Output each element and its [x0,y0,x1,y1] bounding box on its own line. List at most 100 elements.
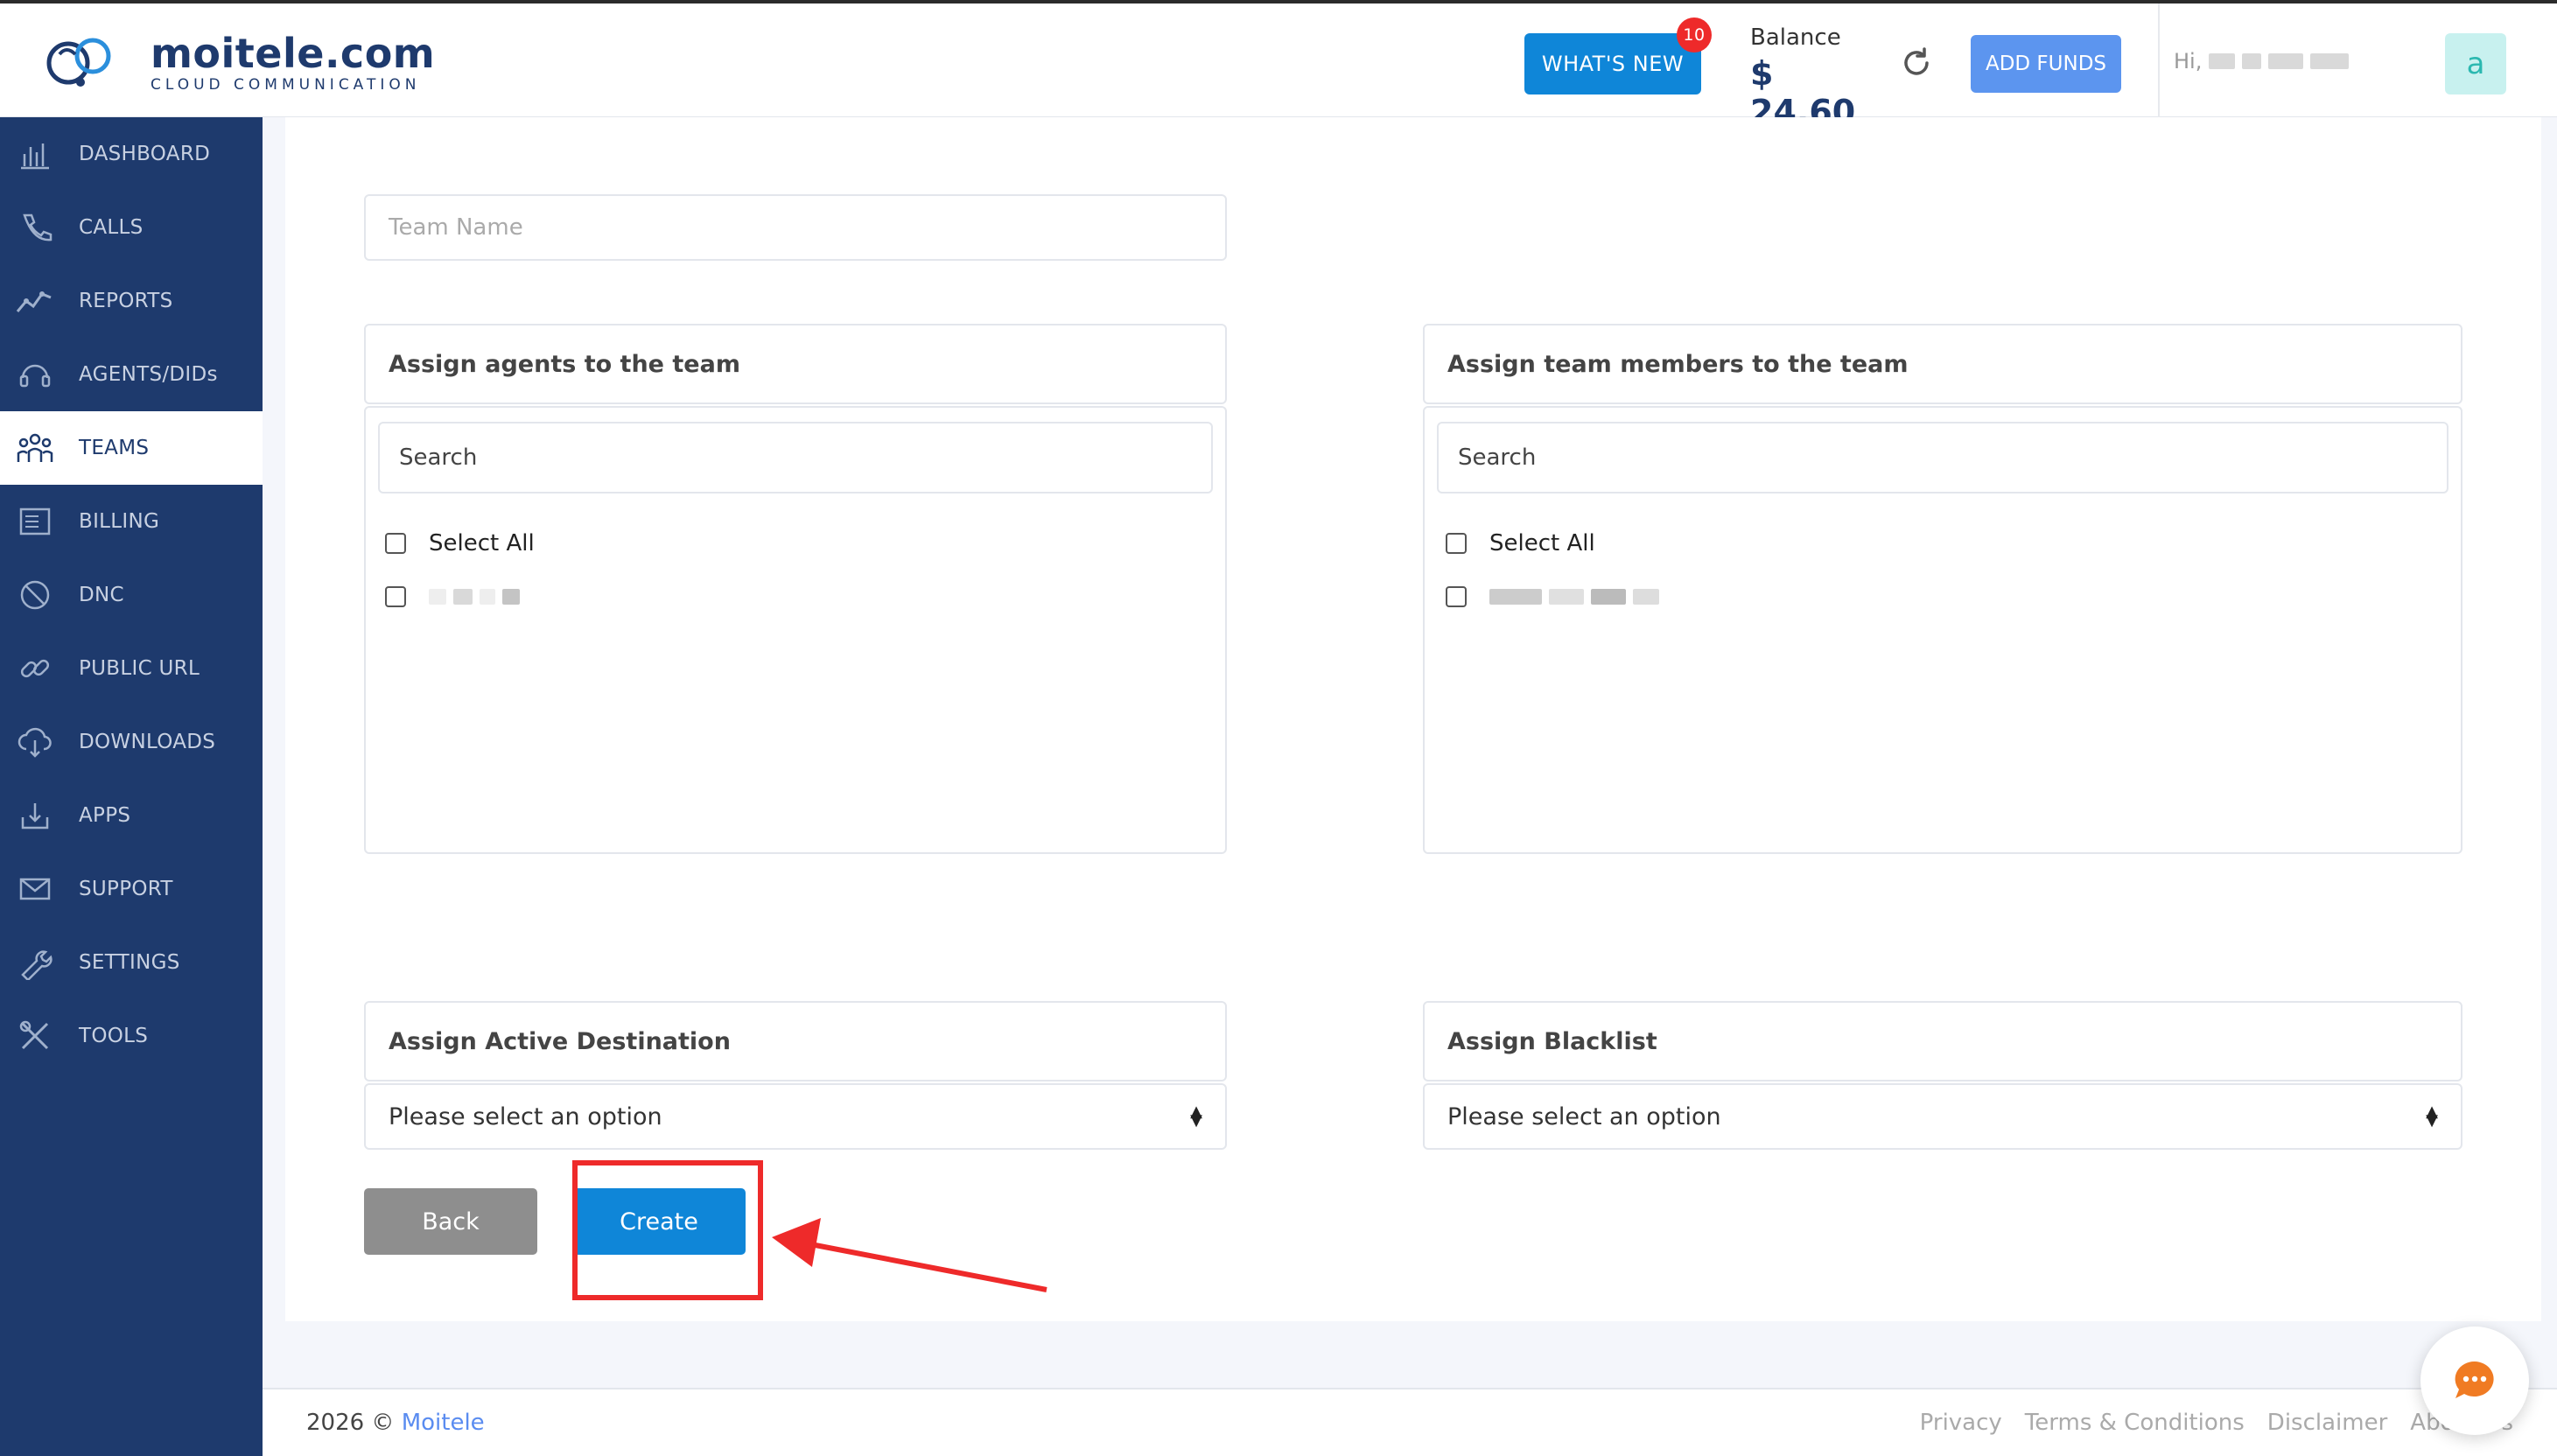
sidebar-item-label: DASHBOARD [79,143,211,165]
redacted-text [1549,589,1584,605]
members-panel-title: Assign team members to the team [1423,324,2462,404]
headset-icon [16,355,54,394]
member-list-item[interactable] [1446,586,1659,607]
footer-copyright: 2026 © Moitele [306,1410,485,1436]
redacted-text [429,589,446,605]
chat-widget-button[interactable] [2420,1326,2529,1435]
dashboard-icon [16,135,54,173]
add-funds-button[interactable]: ADD FUNDS [1971,35,2121,93]
chat-bubble-icon [2455,1361,2494,1398]
destination-select[interactable]: Please select an option ▲ ▼ [364,1083,1227,1150]
sidebar-item-label: AGENTS/DIDs [79,363,218,386]
sidebar-item-public-url[interactable]: PUBLIC URL [0,632,263,705]
sidebar-item-dnc[interactable]: DNC [0,558,263,632]
sidebar-item-settings[interactable]: SETTINGS [0,926,263,999]
redacted-member-name [1489,589,1659,605]
highlight-box [572,1160,763,1300]
redacted-text [502,589,520,605]
redacted-name [2268,53,2304,69]
user-greeting[interactable]: Hi, [2174,49,2350,74]
sidebar-item-calls[interactable]: CALLS [0,191,263,264]
agent-list-item[interactable] [385,586,520,607]
redacted-text [1489,589,1542,605]
greeting-text: Hi, [2174,49,2203,74]
refresh-icon[interactable] [1899,46,1934,80]
member-checkbox[interactable] [1446,586,1467,607]
sidebar-item-downloads[interactable]: DOWNLOADS [0,705,263,779]
logo[interactable]: moitele.com CLOUD COMMUNICATION [42,28,435,98]
agent-checkbox[interactable] [385,586,406,607]
agents-select-all[interactable]: Select All [385,530,535,556]
agents-panel-title: Assign agents to the team [364,324,1227,404]
invoice-icon [16,502,54,541]
logo-icon [46,38,111,87]
sidebar-item-label: DOWNLOADS [79,731,216,753]
redacted-text [1591,589,1626,605]
sidebar-item-label: BILLING [79,510,160,533]
avatar[interactable]: a [2445,33,2506,94]
footer-links: Privacy Terms & Conditions Disclaimer Ab… [1920,1410,2513,1436]
notification-badge: 10 [1677,18,1712,52]
sidebar-item-label: TEAMS [79,437,150,459]
sidebar-item-label: DNC [79,584,124,606]
footer: 2026 © Moitele Privacy Terms & Condition… [263,1388,2557,1456]
footer-brand-link[interactable]: Moitele [402,1410,485,1436]
select-all-checkbox[interactable] [1446,533,1467,554]
sidebar-item-label: APPS [79,804,131,827]
sidebar-item-dashboard[interactable]: DASHBOARD [0,117,263,191]
logo-tagline: CLOUD COMMUNICATION [151,76,421,94]
redacted-agent-name [429,589,520,605]
download-tray-icon [16,796,54,835]
select-caret-icon: ▲ ▼ [2426,1102,2438,1130]
redacted-name [2310,53,2350,69]
agents-search-input[interactable]: Search [378,422,1213,494]
redacted-text [1633,589,1659,605]
footer-link-disclaimer[interactable]: Disclaimer [2267,1410,2387,1436]
whats-new-button[interactable]: WHAT'S NEW 10 [1524,18,1712,94]
sidebar-item-teams[interactable]: TEAMS [0,411,263,485]
sidebar-item-label: TOOLS [79,1025,149,1047]
sidebar-item-agents[interactable]: AGENTS/DIDs [0,338,263,411]
sidebar-item-label: SUPPORT [79,878,173,900]
blacklist-select[interactable]: Please select an option ▲ ▼ [1423,1083,2462,1150]
team-icon [16,429,54,467]
members-search-input[interactable]: Search [1437,422,2448,494]
members-select-all[interactable]: Select All [1446,530,1595,556]
sidebar-item-reports[interactable]: REPORTS [0,264,263,338]
logo-name: moitele.com [151,30,436,77]
destination-selected: Please select an option [389,1102,662,1130]
footer-link-privacy[interactable]: Privacy [1920,1410,2002,1436]
sidebar-item-apps[interactable]: APPS [0,779,263,852]
cloud-download-icon [16,723,54,761]
footer-link-terms[interactable]: Terms & Conditions [2025,1410,2245,1436]
blacklist-selected: Please select an option [1447,1102,1721,1130]
sidebar-item-label: CALLS [79,216,144,239]
blacklist-title: Assign Blacklist [1423,1001,2462,1082]
block-icon [16,576,54,614]
back-button[interactable]: Back [364,1188,537,1255]
redacted-name [2209,53,2236,69]
annotation-arrow-icon [772,1218,1047,1292]
sidebar-item-label: PUBLIC URL [79,657,200,680]
redacted-name [2242,53,2262,69]
header-divider [2158,4,2160,121]
sidebar-item-billing[interactable]: BILLING [0,485,263,558]
select-all-label: Select All [429,530,535,556]
link-icon [16,649,54,688]
whats-new-label: WHAT'S NEW [1541,52,1685,76]
redacted-text [480,589,495,605]
select-all-checkbox[interactable] [385,533,406,554]
tools-icon [16,1017,54,1055]
sidebar-item-label: SETTINGS [79,951,180,974]
phone-icon [16,208,54,247]
sidebar-item-support[interactable]: SUPPORT [0,852,263,926]
mail-icon [16,870,54,908]
select-caret-icon: ▲ ▼ [1190,1102,1202,1130]
team-name-input[interactable]: Team Name [364,194,1227,261]
sidebar-item-tools[interactable]: TOOLS [0,999,263,1073]
chart-line-icon [16,282,54,320]
top-header: moitele.com CLOUD COMMUNICATION WHAT'S N… [0,0,2557,140]
select-all-label: Select All [1489,530,1595,556]
sidebar: DASHBOARD CALLS REPORTS AGENTS/DIDs TEAM… [0,117,263,1456]
destination-title: Assign Active Destination [364,1001,1227,1082]
